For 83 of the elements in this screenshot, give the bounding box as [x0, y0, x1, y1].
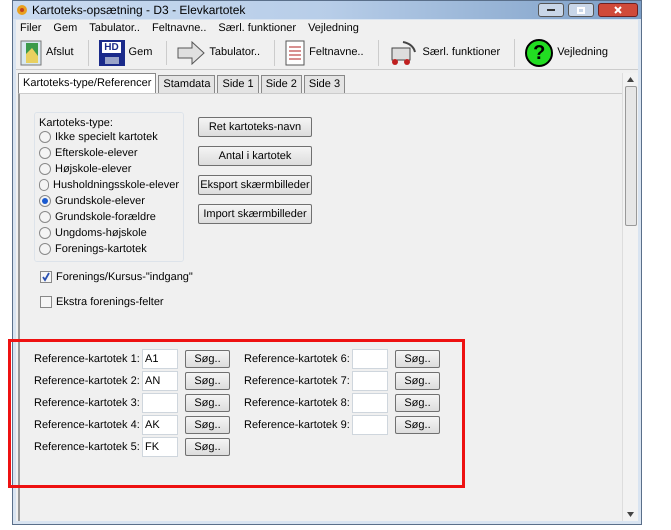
- toolbar-button[interactable]: Særl. funktioner: [388, 40, 500, 66]
- reference-label: Reference-kartotek 6:: [244, 352, 351, 367]
- radio-button[interactable]: [39, 131, 51, 143]
- tab[interactable]: Stamdata: [158, 75, 216, 93]
- maximize-button[interactable]: [568, 3, 594, 17]
- tab[interactable]: Kartoteks-type/Referencer: [18, 73, 156, 93]
- reference-field[interactable]: [352, 393, 388, 413]
- reference-label: Reference-kartotek 9:: [244, 418, 351, 433]
- scroll-up-icon[interactable]: [627, 77, 634, 82]
- checkbox-label: Ekstra forenings-felter: [56, 294, 164, 310]
- radio-label: Grundskole-forældre: [55, 210, 156, 225]
- close-button[interactable]: [598, 3, 638, 17]
- reference-label: Reference-kartotek 3:: [34, 396, 141, 411]
- reference-field[interactable]: [352, 415, 388, 435]
- radio-button[interactable]: [39, 227, 51, 239]
- action-button[interactable]: Ret kartoteks-navn: [198, 117, 312, 137]
- reference-label: Reference-kartotek 8:: [244, 396, 351, 411]
- toolbar-button[interactable]: Tabulator..: [177, 40, 260, 64]
- radio-button[interactable]: [39, 211, 51, 223]
- search-button[interactable]: Søg..: [395, 416, 440, 434]
- checkbox-label: Forenings/Kursus-"indgang": [56, 270, 193, 285]
- reference-field[interactable]: [142, 393, 178, 413]
- toolbar-button[interactable]: Feltnavne..: [285, 40, 364, 66]
- radio-label: Ikke specielt kartotek: [55, 130, 158, 145]
- menu-item[interactable]: Feltnavne..: [152, 20, 206, 36]
- reference-field[interactable]: A1: [142, 349, 178, 369]
- search-button[interactable]: Søg..: [185, 350, 230, 368]
- menu-item[interactable]: Vejledning: [308, 20, 359, 36]
- action-button[interactable]: Eksport skærmbilleder: [198, 175, 312, 195]
- toolbar-button[interactable]: Afslut: [20, 40, 74, 66]
- action-button[interactable]: Antal i kartotek: [198, 146, 312, 166]
- door-icon: [20, 40, 42, 66]
- help-icon: ?: [525, 38, 554, 66]
- menu-item[interactable]: Gem: [53, 20, 78, 36]
- radio-label: Ungdoms-højskole: [55, 226, 147, 241]
- search-button[interactable]: Søg..: [185, 416, 230, 434]
- radio-button[interactable]: [39, 243, 51, 255]
- reference-field[interactable]: AK: [142, 415, 178, 435]
- radio-label: Højskole-elever: [55, 162, 132, 177]
- window-title: Kartoteks-opsætning - D3 - Elevkartotek: [32, 2, 246, 19]
- search-button[interactable]: Søg..: [395, 350, 440, 368]
- reference-label: Reference-kartotek 7:: [244, 374, 351, 389]
- tab[interactable]: Side 1: [217, 75, 259, 93]
- tab[interactable]: Side 3: [304, 75, 346, 93]
- radio-button[interactable]: [39, 147, 51, 159]
- scroll-down-icon[interactable]: [627, 512, 634, 517]
- toolbar-button[interactable]: HD Gem: [98, 40, 152, 66]
- reference-label: Reference-kartotek 2:: [34, 374, 141, 389]
- reference-field[interactable]: FK: [142, 437, 178, 457]
- radio-label: Husholdningsskole-elever: [53, 178, 179, 193]
- right-arrow-icon: [177, 40, 206, 64]
- search-button[interactable]: Søg..: [395, 372, 440, 390]
- reference-field[interactable]: AN: [142, 371, 178, 391]
- search-button[interactable]: Søg..: [185, 438, 230, 456]
- menu-item[interactable]: Tabulator..: [89, 20, 140, 36]
- scrollbar[interactable]: [622, 73, 638, 521]
- radio-button[interactable]: [39, 163, 51, 175]
- action-button[interactable]: Import skærmbilleder: [198, 204, 312, 224]
- search-button[interactable]: Søg..: [185, 372, 230, 390]
- search-button[interactable]: Søg..: [185, 394, 230, 412]
- radio-label: Efterskole-elever: [55, 146, 138, 161]
- scroll-thumb[interactable]: [624, 86, 636, 226]
- menu-item[interactable]: Særl. funktioner: [218, 20, 296, 36]
- reference-label: Reference-kartotek 5:: [34, 440, 141, 455]
- radio-label: Forenings-kartotek: [55, 242, 147, 257]
- tab[interactable]: Side 2: [260, 75, 302, 93]
- radio-button[interactable]: [39, 195, 51, 207]
- reference-label: Reference-kartotek 4:: [34, 418, 141, 433]
- document-list-icon: [285, 40, 306, 66]
- minimize-button[interactable]: [538, 3, 564, 17]
- reference-label: Reference-kartotek 1:: [34, 352, 141, 367]
- app-icon: [16, 4, 28, 16]
- checkbox[interactable]: [40, 296, 52, 308]
- group-title: Kartoteks-type:: [39, 116, 114, 129]
- reference-field[interactable]: [352, 371, 388, 391]
- menu-item[interactable]: Filer: [20, 20, 42, 36]
- radio-button[interactable]: [39, 179, 50, 191]
- radio-label: Grundskole-elever: [55, 194, 145, 209]
- toolbar-button[interactable]: ? Vejledning: [525, 38, 608, 66]
- close-icon: [614, 6, 622, 14]
- search-button[interactable]: Søg..: [395, 394, 440, 412]
- reference-field[interactable]: [352, 349, 388, 369]
- checkbox[interactable]: [40, 271, 52, 284]
